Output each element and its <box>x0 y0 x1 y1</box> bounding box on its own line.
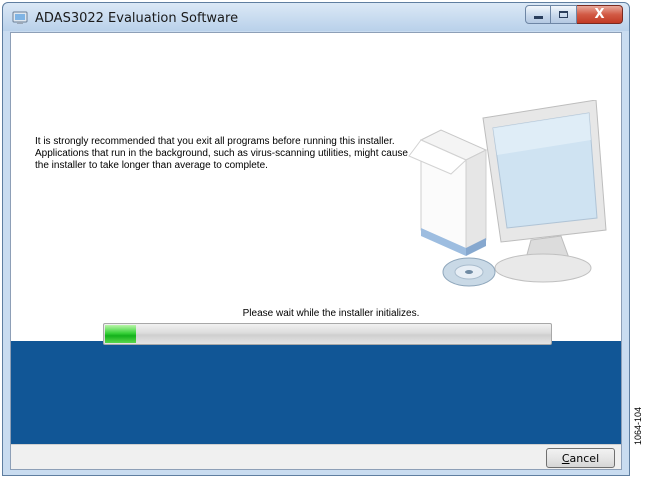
blue-banner <box>11 341 621 444</box>
caption-buttons: X <box>525 5 623 25</box>
footer-bar: Cancel <box>11 444 621 469</box>
installer-icon <box>12 11 28 24</box>
title-bar[interactable]: ADAS3022 Evaluation Software X <box>3 3 629 33</box>
close-button[interactable]: X <box>577 5 623 24</box>
installer-window: ADAS3022 Evaluation Software X It is str… <box>2 2 630 476</box>
window-title: ADAS3022 Evaluation Software <box>35 11 239 26</box>
computer-with-disc-icon <box>408 100 607 287</box>
close-icon: X <box>594 7 605 22</box>
progress-fill <box>105 325 136 343</box>
maximize-button[interactable] <box>551 5 577 24</box>
progress-status-text: Please wait while the installer initiali… <box>242 308 420 319</box>
warning-message: It is strongly recommended that you exit… <box>35 136 408 171</box>
progress-bar <box>103 323 552 345</box>
cancel-accelerator: C <box>561 451 570 465</box>
minimize-button[interactable] <box>525 5 551 24</box>
cancel-label: ancel <box>569 451 600 465</box>
installer-client-area: It is strongly recommended that you exit… <box>10 32 622 470</box>
maximize-icon <box>559 11 568 18</box>
minimize-icon <box>533 16 543 19</box>
figure-number: 1064-104 <box>633 406 643 445</box>
cancel-button[interactable]: Cancel <box>546 448 615 468</box>
